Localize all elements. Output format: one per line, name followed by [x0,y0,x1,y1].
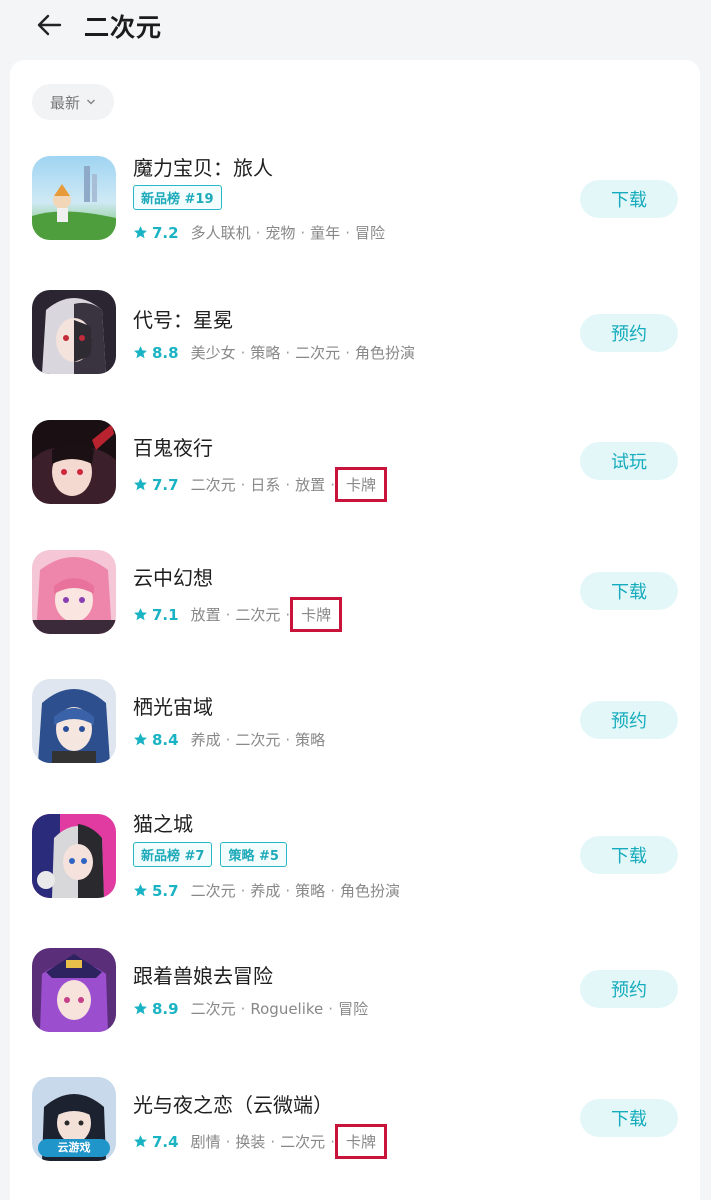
list-item[interactable]: 云游戏 光与夜之恋（云微端） 7.4 剧情 · 换装 · 二次元 · 卡牌 下载 [10,1077,700,1173]
app-meta: 7.7 二次元 · 日系 · 放置 · 卡牌 [133,467,387,502]
download-button[interactable]: 下载 [580,572,678,610]
tag: 美少女 [190,344,236,362]
tag: 策略 [295,882,326,900]
list-item[interactable]: 跟着兽娘去冒险 8.9 二次元 · Roguelike · 冒险 预约 [10,948,700,1044]
list-item[interactable]: 代号：星冕 8.8 美少女 · 策略 · 二次元 · 角色扮演 预约 [10,290,700,386]
tag: Roguelike [250,999,324,1018]
tag: 角色扮演 [339,882,400,900]
list-item[interactable]: 魔力宝贝：旅人 新品榜 #19 7.2 多人联机 · 宠物 · 童年 · 冒险 下载 [10,152,700,248]
chevron-down-icon [86,99,96,105]
star-icon [134,346,147,359]
app-meta: 7.1 放置 · 二次元 · 卡牌 [133,597,343,632]
reserve-button[interactable]: 预约 [580,701,678,739]
app-meta: 7.2 多人联机 · 宠物 · 童年 · 冒险 [133,222,385,243]
app-icon [32,814,116,898]
download-button[interactable]: 下载 [580,836,678,874]
app-meta: 8.9 二次元 · Roguelike · 冒险 [133,998,368,1019]
app-meta: 8.4 养成 · 二次元 · 策略 [133,729,325,750]
tag: 冒险 [354,224,385,242]
app-name: 魔力宝贝：旅人 [133,156,273,180]
list-item[interactable]: 云中幻想 7.1 放置 · 二次元 · 卡牌 下载 [10,550,700,646]
tag: 放置 [190,606,221,624]
star-icon [134,884,147,897]
tag: 放置 [295,476,326,494]
reserve-button[interactable]: 预约 [580,970,678,1008]
highlighted-tag: 卡牌 [334,1124,387,1159]
rating: 8.9 [152,999,179,1018]
app-meta: 7.4 剧情 · 换装 · 二次元 · 卡牌 [133,1124,387,1159]
sort-dropdown[interactable]: 最新 [32,84,115,120]
rating: 8.4 [152,730,179,749]
star-icon [134,608,147,621]
badge-group: 新品榜 #7 策略 #5 [133,842,287,867]
app-name: 代号：星冕 [133,308,233,332]
tag: 剧情 [190,1133,221,1151]
tag: 二次元 [280,1133,326,1151]
app-name: 跟着兽娘去冒险 [133,964,273,988]
star-icon [134,733,147,746]
app-meta: 8.8 美少女 · 策略 · 二次元 · 角色扮演 [133,342,415,363]
tag: 策略 [250,344,281,362]
tag: 日系 [250,476,281,494]
app-icon [32,290,116,374]
star-icon [134,1135,147,1148]
tag: 二次元 [295,344,341,362]
list-item[interactable]: 猫之城 新品榜 #7 策略 #5 5.7 二次元 · 养成 · 策略 · 角色扮演 下… [10,808,700,904]
rating: 7.1 [152,605,179,624]
tag: 多人联机 [190,224,251,242]
tag: 宠物 [265,224,296,242]
app-name: 猫之城 [133,812,193,836]
sort-label: 最新 [50,93,81,112]
rank-badge: 策略 #5 [220,842,287,867]
back-button[interactable] [34,10,64,40]
tag: 养成 [190,731,221,749]
top-bar: 二次元 [0,0,711,58]
app-icon [32,948,116,1032]
tag: 童年 [310,224,341,242]
tag: 角色扮演 [354,344,415,362]
download-button[interactable]: 下载 [580,1099,678,1137]
highlighted-tag: 卡牌 [290,597,343,632]
star-icon [134,478,147,491]
app-icon [32,679,116,763]
app-icon [32,420,116,504]
download-button[interactable]: 下载 [580,180,678,218]
list-item[interactable]: 百鬼夜行 7.7 二次元 · 日系 · 放置 · 卡牌 试玩 [10,420,700,516]
tag: 二次元 [235,606,281,624]
rank-badge: 新品榜 #19 [133,185,222,210]
trial-button[interactable]: 试玩 [580,442,678,480]
tag: 二次元 [235,731,281,749]
app-name: 百鬼夜行 [133,436,213,460]
rank-badge: 新品榜 #7 [133,842,213,867]
cloud-game-label: 云游戏 [38,1139,110,1157]
app-name: 栖光宙域 [133,695,213,719]
page-title: 二次元 [84,13,163,42]
tag: 二次元 [190,882,236,900]
star-icon [134,226,147,239]
tag: 策略 [295,731,326,749]
reserve-button[interactable]: 预约 [580,314,678,352]
badge-group: 新品榜 #19 [133,185,222,210]
rating: 7.4 [152,1132,179,1151]
tag: 冒险 [338,1000,369,1018]
rating: 7.7 [152,475,179,494]
arrow-left-icon [37,14,62,36]
highlighted-tag: 卡牌 [334,467,387,502]
app-meta: 5.7 二次元 · 养成 · 策略 · 角色扮演 [133,880,400,901]
rating: 7.2 [152,223,179,242]
tag: 换装 [235,1133,266,1151]
app-icon [32,156,116,240]
star-icon [134,1002,147,1015]
app-icon [32,550,116,634]
app-name: 光与夜之恋（云微端） [133,1093,333,1117]
app-icon: 云游戏 [32,1077,116,1161]
tag: 二次元 [190,1000,236,1018]
app-name: 云中幻想 [133,566,213,590]
list-item[interactable]: 栖光宙域 8.4 养成 · 二次元 · 策略 预约 [10,679,700,775]
tag: 养成 [250,882,281,900]
tag: 二次元 [190,476,236,494]
rating: 5.7 [152,881,179,900]
app-list-card: 最新 魔力宝贝：旅人 新品榜 #19 7.2 多人联机 · 宠物 · 童年 · 冒险 … [10,60,700,1200]
rating: 8.8 [152,343,179,362]
